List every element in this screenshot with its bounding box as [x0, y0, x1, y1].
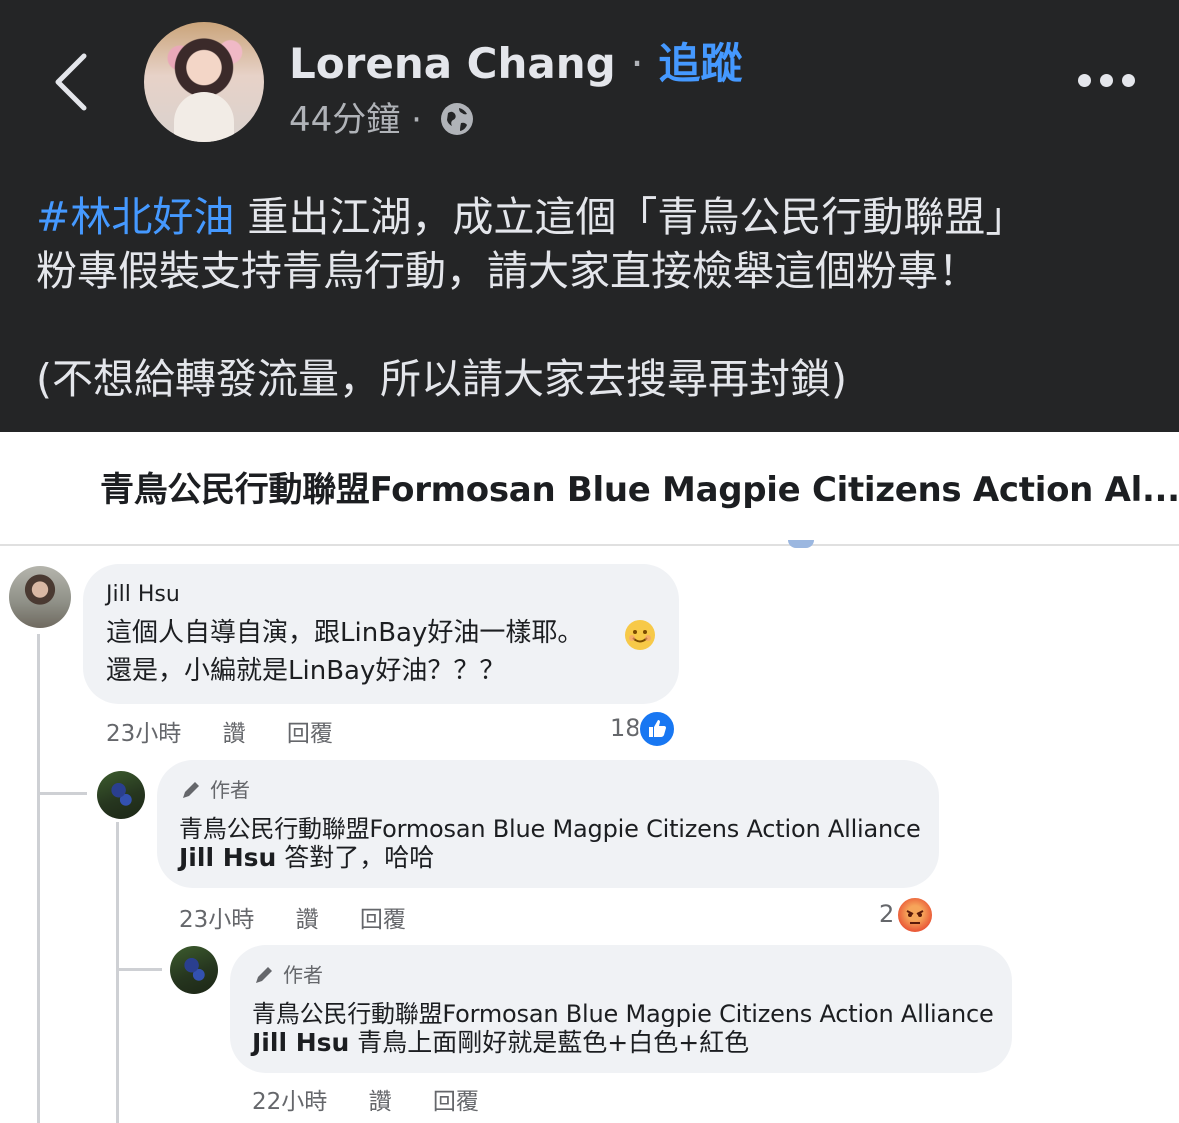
- comment-text-line-1: 這個人自導自演，跟LinBay好油一樣耶。: [106, 614, 583, 652]
- reply-text-body: 答對了，哈哈: [276, 843, 435, 872]
- follow-button[interactable]: 追蹤: [658, 39, 742, 88]
- post-line-2: 粉專假裝支持青鳥行動，請大家直接檢舉這個粉專！: [36, 247, 979, 295]
- thread-line-nested: [116, 822, 119, 1123]
- post-line-1-text: 重出江湖，成立這個「青鳥公民行動聯盟」: [234, 193, 1027, 241]
- scroll-indicator: [788, 540, 814, 548]
- meta-separator: ·: [411, 100, 422, 140]
- like-button[interactable]: 讚: [296, 907, 319, 933]
- pen-icon: [183, 782, 199, 798]
- page-avatar[interactable]: [170, 946, 218, 994]
- reaction-count[interactable]: 2: [879, 900, 894, 928]
- globe-icon: [440, 103, 473, 135]
- reply-text-body: 青鳥上面剛好就是藍色+白色+紅色: [349, 1028, 750, 1057]
- author-name[interactable]: Lorena Chang: [289, 39, 616, 88]
- post-time[interactable]: 44分鐘: [289, 100, 400, 140]
- reply-text: Jill Hsu 青鳥上面剛好就是藍色+白色+紅色: [252, 1024, 749, 1062]
- author-badge-label: 作者: [210, 778, 250, 802]
- reply-text: Jill Hsu 答對了，哈哈: [179, 839, 434, 877]
- comment-time[interactable]: 23小時: [106, 721, 181, 747]
- mention-link[interactable]: Jill Hsu: [252, 1028, 349, 1057]
- author-separator: ·: [630, 39, 644, 88]
- page-avatar[interactable]: [97, 771, 145, 819]
- hashtag-link[interactable]: #林北好油: [36, 193, 234, 241]
- pen-icon: [256, 967, 272, 983]
- more-options-icon[interactable]: [1078, 68, 1138, 96]
- mention-link[interactable]: Jill Hsu: [179, 843, 276, 872]
- like-reaction-icon[interactable]: [638, 710, 676, 748]
- post-line-3: (不想給轉發流量，所以請大家去搜尋再封鎖): [36, 355, 847, 403]
- angry-reaction-icon[interactable]: [896, 896, 934, 934]
- post-line-1: #林北好油 重出江湖，成立這個「青鳥公民行動聯盟」: [36, 190, 1146, 244]
- post-meta: 44分鐘 ·: [289, 92, 475, 141]
- author-line: Lorena Chang · 追蹤: [289, 30, 742, 91]
- author-avatar[interactable]: [144, 22, 264, 142]
- reply-time[interactable]: 23小時: [179, 907, 254, 933]
- comment-text-line-2: 還是，小編就是LinBay好油？？？: [106, 656, 506, 686]
- comment-text: 這個人自導自演，跟LinBay好油一樣耶。: [106, 618, 584, 648]
- thread-branch-nested: [116, 968, 162, 971]
- author-badge-label: 作者: [283, 963, 323, 987]
- post-body: #林北好油 重出江湖，成立這個「青鳥公民行動聯盟」 粉專假裝支持青鳥行動，請大家…: [36, 190, 1146, 406]
- author-badge: 作者: [253, 959, 323, 988]
- like-button[interactable]: 讚: [223, 721, 246, 747]
- thread-line: [37, 634, 40, 1123]
- post-header: Lorena Chang · 追蹤 44分鐘 · #林北好油 重出江湖，成立這個…: [0, 0, 1179, 432]
- like-button[interactable]: 讚: [369, 1089, 392, 1115]
- reply-actions: 22小時 讚 回覆: [252, 1082, 513, 1116]
- divider: [0, 544, 1179, 546]
- chevron-left-icon[interactable]: [50, 50, 94, 114]
- thread-branch: [37, 792, 87, 795]
- reaction-count[interactable]: 18: [610, 714, 641, 742]
- smile-emoji-icon: [625, 620, 655, 650]
- author-badge: 作者: [180, 774, 250, 803]
- reply-actions: 23小時 讚 回覆: [179, 900, 440, 934]
- reply-button[interactable]: 回覆: [433, 1089, 479, 1115]
- reply-button[interactable]: 回覆: [287, 721, 333, 747]
- reply-button[interactable]: 回覆: [360, 907, 406, 933]
- commenter-avatar[interactable]: [9, 566, 71, 628]
- comment-actions: 23小時 讚 回覆: [106, 714, 367, 748]
- page-title: 青鳥公民行動聯盟Formosan Blue Magpie Citizens Ac…: [100, 470, 1179, 510]
- commenter-name[interactable]: Jill Hsu: [106, 582, 180, 607]
- reply-time[interactable]: 22小時: [252, 1089, 327, 1115]
